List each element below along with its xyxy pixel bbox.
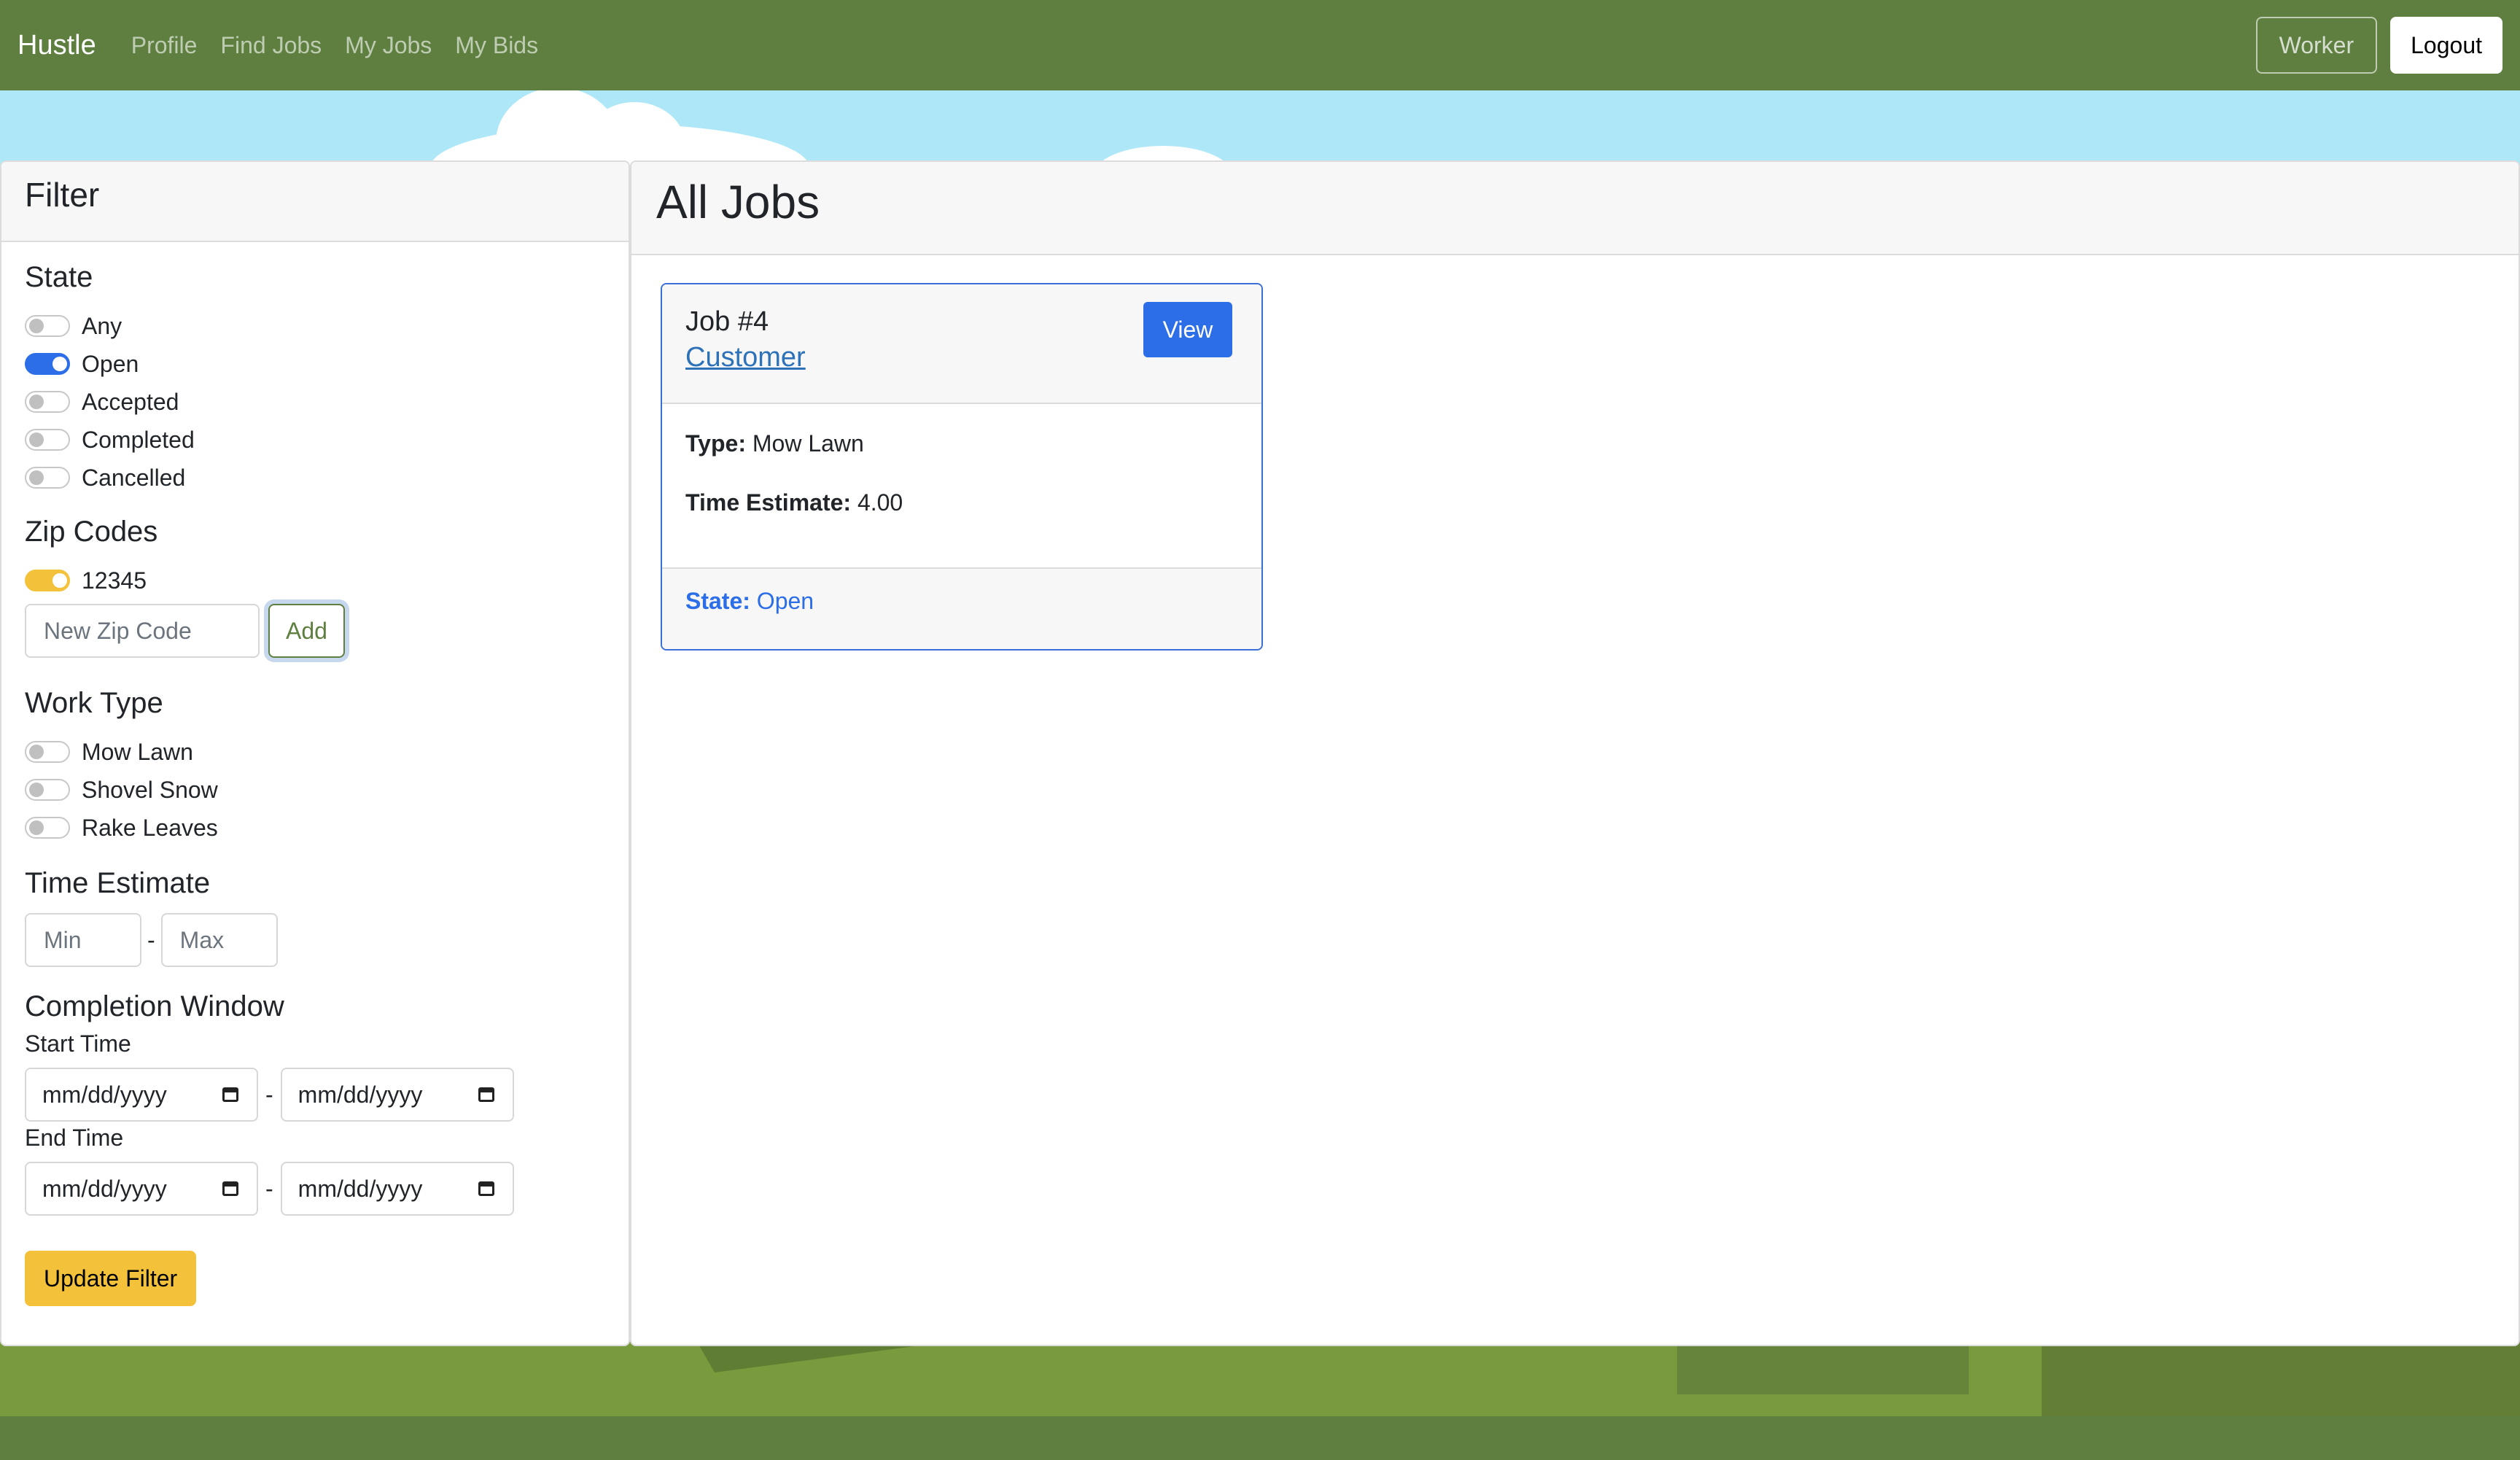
work-toggle-shovel-snow[interactable]: Shovel Snow [25,771,605,809]
toggle-switch[interactable] [25,779,70,801]
job-state-value: Open [756,588,814,614]
job-time-value: 4.00 [857,489,903,516]
toggle-switch[interactable] [25,353,70,375]
start-time-label: Start Time [25,1030,131,1057]
state-toggle-accepted[interactable]: Accepted [25,383,605,421]
zip-toggle-12345[interactable]: 12345 [25,562,605,599]
job-type-value: Mow Lawn [752,430,864,457]
range-separator: - [265,1175,273,1202]
job-state: State: Open [685,588,814,614]
time-estimate-section-title: Time Estimate [25,867,211,899]
end-time-row: mm/dd/yyyy - mm/dd/yyyy [25,1162,605,1216]
nav-link-my-jobs[interactable]: My Jobs [345,32,432,59]
job-card-body: Type: Mow Lawn Time Estimate: 4.00 [662,404,1261,569]
toggle-switch[interactable] [25,741,70,763]
nav-link-profile[interactable]: Profile [131,32,198,59]
toggle-switch[interactable] [25,570,70,591]
brand-logo[interactable]: Hustle [18,30,96,61]
range-separator: - [147,926,155,953]
work-toggle-mow-lawn[interactable]: Mow Lawn [25,733,605,771]
completion-window-section-title: Completion Window [25,990,284,1022]
toggle-switch[interactable] [25,315,70,337]
view-job-button[interactable]: View [1143,302,1232,357]
filter-title: Filter [25,176,100,214]
toggle-switch[interactable] [25,391,70,413]
toggle-label: 12345 [82,567,147,594]
toggle-label: Mow Lawn [82,738,193,765]
time-min-input[interactable]: Min [25,913,141,967]
jobs-header: All Jobs [631,162,2519,255]
toggle-label: Any [82,312,122,339]
date-placeholder: mm/dd/yyyy [298,1175,423,1202]
job-card-header: Job #4 Customer View [662,284,1261,404]
toggle-label: Cancelled [82,464,186,491]
job-state-label: State: [685,588,750,614]
job-type-line: Type: Mow Lawn [685,430,1238,457]
job-time-line: Time Estimate: 4.00 [685,489,1238,516]
work-toggle-rake-leaves[interactable]: Rake Leaves [25,809,605,847]
toggle-label: Open [82,350,139,377]
job-card: Job #4 Customer View Type: Mow Lawn Time… [661,283,1263,651]
nav-link-my-bids[interactable]: My Bids [455,32,538,59]
nav-link-find-jobs[interactable]: Find Jobs [220,32,322,59]
update-filter-button[interactable]: Update Filter [25,1251,197,1306]
new-zip-row: New Zip Code Add [25,604,605,658]
calendar-icon[interactable] [222,1179,241,1198]
start-time-to-input[interactable]: mm/dd/yyyy [280,1068,514,1122]
calendar-icon[interactable] [478,1085,497,1104]
end-time-to-input[interactable]: mm/dd/yyyy [280,1162,514,1216]
calendar-icon[interactable] [222,1085,241,1104]
worker-role-button[interactable]: Worker [2255,17,2378,74]
state-toggle-open[interactable]: Open [25,345,605,383]
start-time-row: mm/dd/yyyy - mm/dd/yyyy [25,1068,605,1122]
toggle-label: Rake Leaves [82,814,218,841]
state-toggle-completed[interactable]: Completed [25,421,605,459]
state-section-title: State [25,261,93,293]
job-type-label: Type: [685,430,746,457]
date-placeholder: mm/dd/yyyy [42,1081,167,1108]
calendar-icon[interactable] [478,1179,497,1198]
date-placeholder: mm/dd/yyyy [298,1081,423,1108]
filter-body: State Any Open Accepted Completed Cancel… [1,242,629,1325]
job-card-footer: State: Open [662,569,1261,649]
toggle-switch[interactable] [25,467,70,489]
logout-button[interactable]: Logout [2390,17,2502,74]
time-max-input[interactable]: Max [160,913,278,967]
filter-header: Filter [1,162,629,242]
start-time-from-input[interactable]: mm/dd/yyyy [25,1068,258,1122]
toggle-label: Completed [82,426,195,453]
work-type-section-title: Work Type [25,687,163,719]
page-title: All Jobs [656,176,820,228]
end-time-label: End Time [25,1125,124,1151]
zip-codes-section-title: Zip Codes [25,516,158,548]
toggle-switch[interactable] [25,429,70,451]
job-time-label: Time Estimate: [685,489,852,516]
top-navbar: Hustle Profile Find Jobs My Jobs My Bids… [0,0,2520,90]
state-toggle-any[interactable]: Any [25,307,605,345]
date-placeholder: mm/dd/yyyy [42,1175,167,1202]
filter-panel: Filter State Any Open Accepted Completed… [0,160,630,1346]
time-estimate-row: Min - Max [25,913,605,967]
customer-link[interactable]: Customer [685,342,806,373]
toggle-label: Shovel Snow [82,776,218,803]
toggle-switch[interactable] [25,817,70,839]
add-zip-button[interactable]: Add [268,604,345,658]
state-toggle-cancelled[interactable]: Cancelled [25,459,605,497]
end-time-from-input[interactable]: mm/dd/yyyy [25,1162,258,1216]
range-separator: - [265,1081,273,1108]
toggle-label: Accepted [82,388,179,415]
new-zip-input[interactable]: New Zip Code [25,604,260,658]
